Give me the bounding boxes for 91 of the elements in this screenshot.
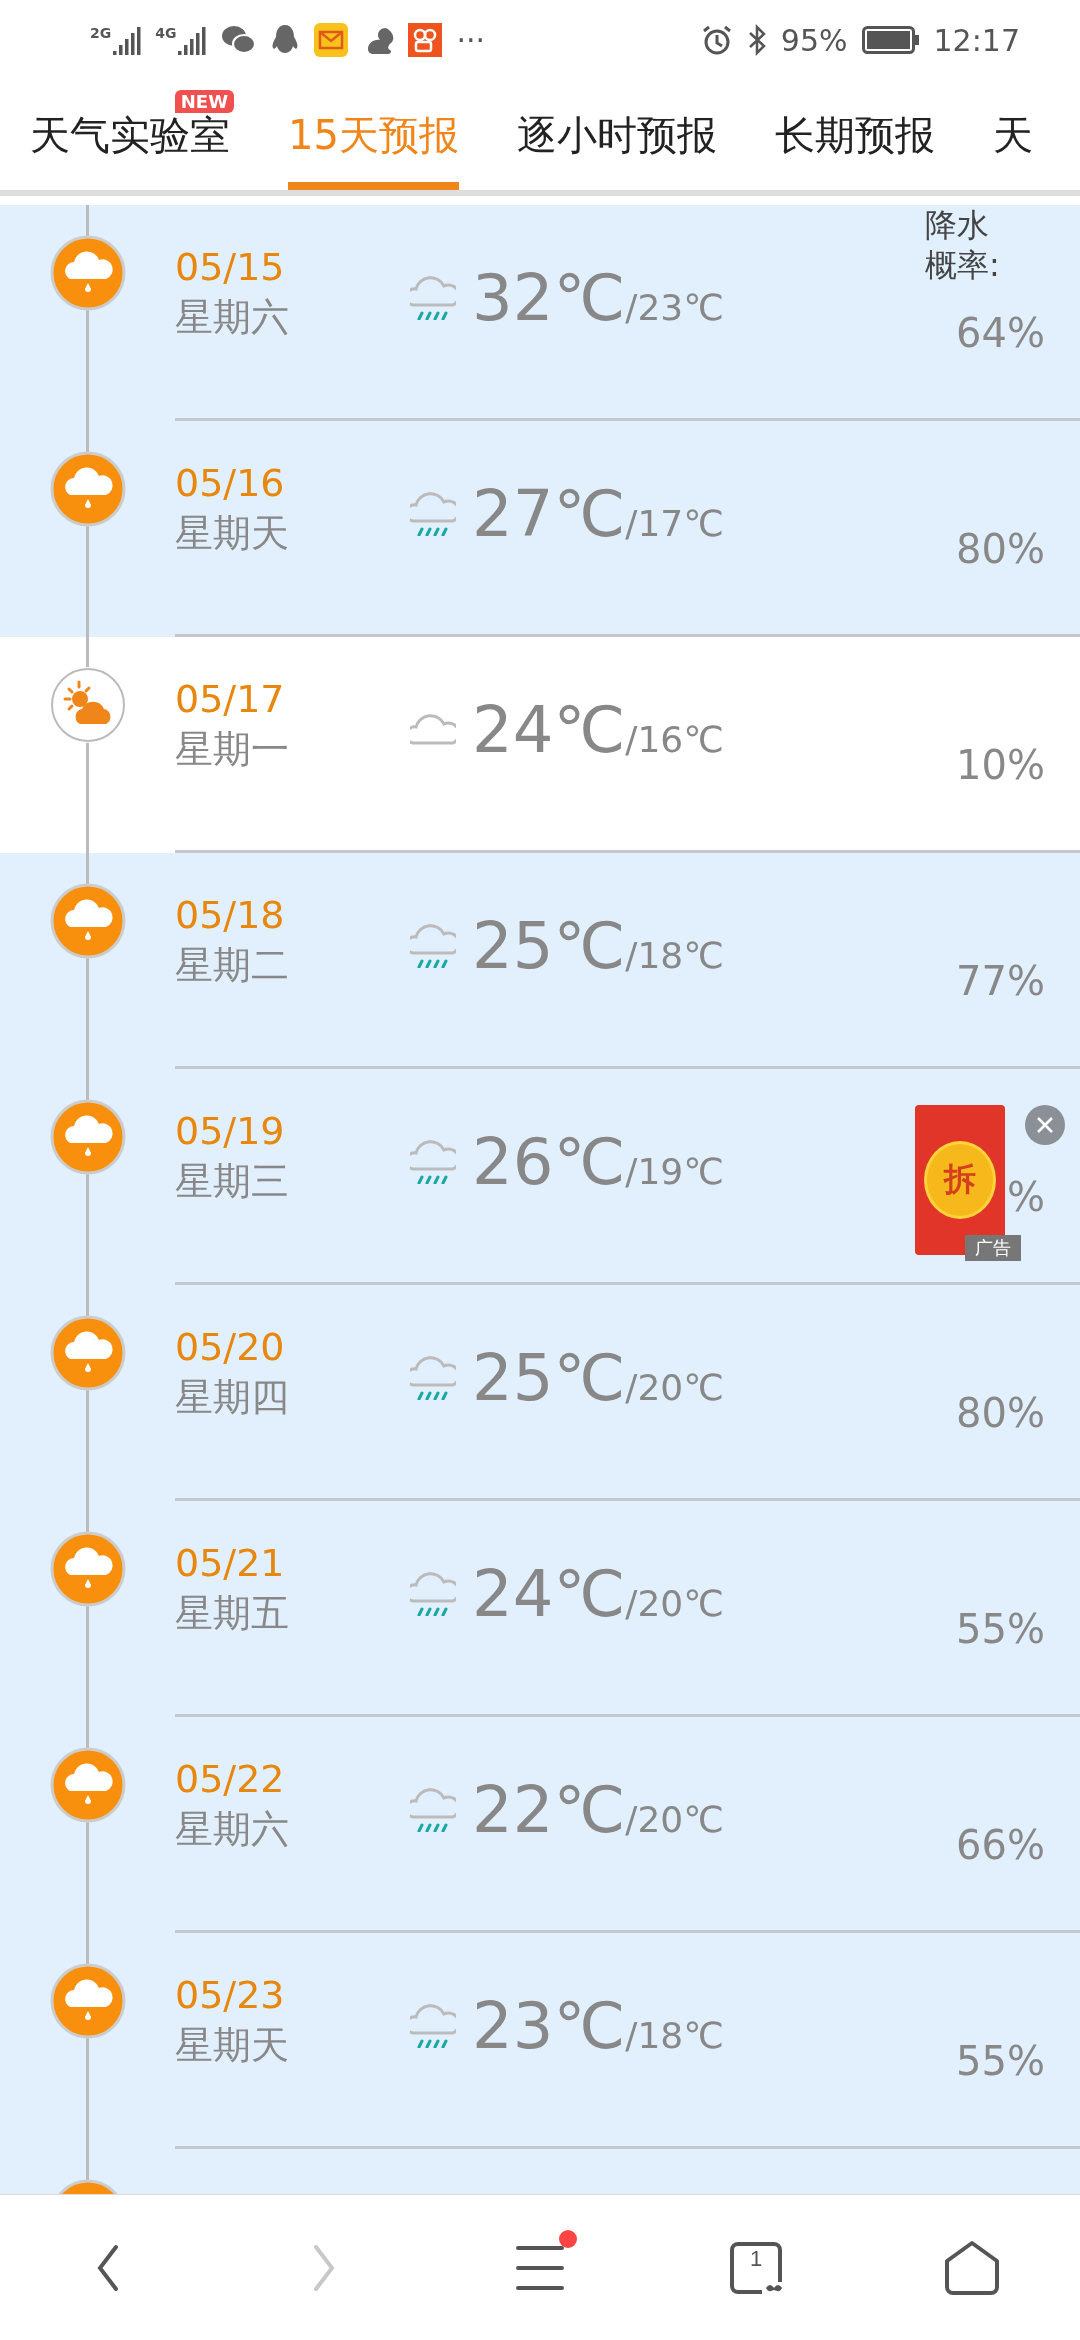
rain-cloud-icon (49, 1963, 126, 2039)
current-day-row[interactable]: 05/17 星期一 24℃/16℃ 10% (0, 637, 1080, 853)
rain-icon (410, 2004, 456, 2048)
weekday: 星期三 (175, 1158, 290, 1205)
precip-header: 降水概率: (925, 205, 1001, 286)
low-temperature: /20℃ (625, 1799, 724, 1840)
tab[interactable]: 15天预报 (288, 80, 459, 190)
back-icon (96, 2243, 120, 2292)
rain-icon (410, 276, 456, 320)
high-temperature: 26℃ (472, 1125, 626, 1199)
low-temperature: /18℃ (625, 935, 724, 976)
low-temperature: /19℃ (625, 1151, 724, 1192)
low-temperature: /17℃ (625, 503, 724, 544)
rain-cloud-icon (49, 883, 126, 959)
high-temperature: 25℃ (472, 909, 626, 983)
precip-chance: 80% (956, 1390, 1045, 1436)
precip-chance: 64% (956, 310, 1045, 356)
battery-icon (861, 26, 920, 54)
rain-cloud-icon (49, 451, 126, 527)
tabs-button[interactable]: 1 (701, 2217, 811, 2318)
high-temperature: 22℃ (472, 1773, 626, 1847)
low-temperature: /23℃ (625, 287, 724, 328)
low-temperature: /16℃ (625, 719, 724, 760)
close-button[interactable] (1025, 1105, 1065, 1145)
date: 05/17 (175, 676, 286, 723)
date: 05/21 (175, 1540, 286, 1587)
weekday: 星期天 (175, 2022, 290, 2069)
alarm-icon (700, 24, 733, 56)
rain-icon (410, 924, 456, 968)
precip-chance: 55% (956, 2038, 1045, 2084)
rain-icon (410, 1572, 456, 1616)
rain-cloud-icon (49, 1315, 126, 1391)
network-type: 2G (90, 25, 112, 41)
rain-icon (410, 1140, 456, 1184)
precip-chance: 66% (956, 1822, 1045, 1868)
precip-chance: % (1007, 1174, 1045, 1220)
rain-cloud-icon (49, 1099, 126, 1175)
precip-chance: 10% (956, 742, 1045, 788)
more-notifications: ··· (456, 22, 486, 58)
precip-chance: 77% (956, 958, 1045, 1004)
mail-icon (314, 23, 349, 57)
tab[interactable]: 长期预报 (774, 80, 935, 190)
network-type: 4G (155, 25, 177, 41)
new-badge: NEW (174, 90, 234, 113)
weekday: 星期二 (175, 942, 290, 989)
low-temperature: /20℃ (625, 1367, 724, 1408)
high-temperature: 23℃ (472, 1989, 626, 2063)
rain-cloud-icon (49, 1531, 126, 1607)
low-temperature: /20℃ (625, 1583, 724, 1624)
signal-icon (113, 25, 142, 55)
rain-cloud-icon (49, 235, 126, 311)
clock: 12:17 (933, 22, 1020, 58)
weekday: 星期天 (175, 510, 290, 557)
date: 05/18 (175, 892, 286, 939)
video-app-icon (408, 23, 443, 57)
rain-cloud-icon (49, 1747, 126, 1823)
date: 05/23 (175, 1972, 286, 2019)
weekday: 星期六 (175, 1806, 290, 1853)
tab-count: 1 (748, 2245, 764, 2272)
low-temperature: /18℃ (625, 2015, 724, 2056)
tab[interactable]: 逐小时预报 (516, 80, 717, 190)
high-temperature: 25℃ (472, 1341, 626, 1415)
tab[interactable]: 天 (992, 80, 1033, 190)
high-temperature: 32℃ (472, 261, 626, 335)
cloud-icon (410, 714, 456, 746)
high-temperature: 24℃ (472, 693, 626, 767)
home-icon (943, 2238, 1001, 2297)
high-temperature: 24℃ (472, 1557, 626, 1631)
rain-icon (410, 1356, 456, 1400)
date: 05/22 (175, 1756, 286, 1803)
tabs-icon (728, 2239, 784, 2296)
high-temperature: 27℃ (472, 477, 626, 551)
date: 05/15 (175, 244, 286, 291)
date: 05/16 (175, 460, 286, 507)
rain-icon (410, 492, 456, 536)
precip-chance: 80% (956, 526, 1045, 572)
date: 05/19 (175, 1108, 286, 1155)
ad-label: 广告 (965, 1235, 1021, 1261)
weekday: 星期四 (175, 1374, 290, 1421)
signal-icon (178, 25, 207, 55)
weekday: 星期六 (175, 294, 290, 341)
weekday: 星期五 (175, 1590, 290, 1637)
forward-icon (312, 2243, 336, 2292)
date: 05/20 (175, 1324, 286, 1371)
battery-percent: 95% (780, 22, 848, 58)
ad-seal: 拆 (924, 1141, 996, 1219)
rain-icon (410, 1788, 456, 1832)
close-icon (1035, 1115, 1055, 1135)
precip-chance: 55% (956, 1606, 1045, 1652)
weekday: 星期一 (175, 726, 290, 773)
menu-icon (515, 2244, 565, 2291)
